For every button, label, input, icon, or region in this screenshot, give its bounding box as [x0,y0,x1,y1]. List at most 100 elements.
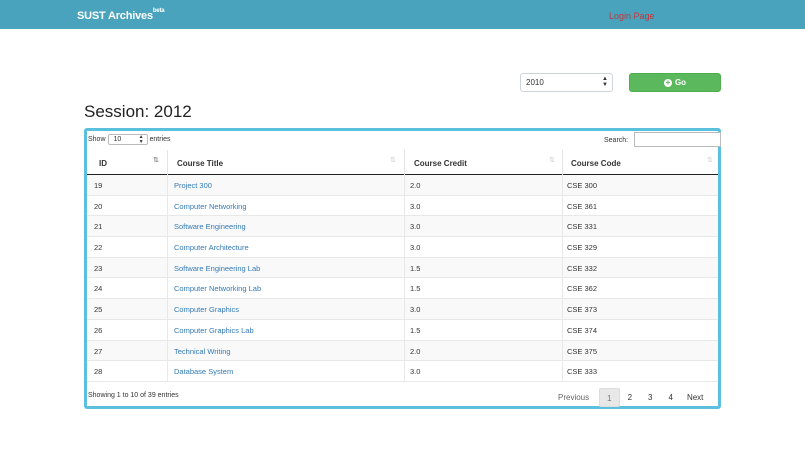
column-divider [404,195,405,216]
cell-course-code: CSE 374 [567,325,598,335]
course-title-link[interactable]: Software Engineering Lab [174,264,260,273]
sort-icon[interactable]: ⇅ [707,156,713,164]
cell-id: 21 [94,222,103,232]
sort-ascending-icon[interactable]: ⇅ [153,156,159,164]
courses-table-panel: Show 10 ▲ ▼ entries Search: ID ⇅ Course T… [84,128,721,409]
course-title-link[interactable]: Computer Networking [174,202,247,211]
brand-name: SUST Archives [77,10,153,22]
column-divider [562,175,563,195]
search-input[interactable] [634,132,721,147]
sort-icon[interactable]: ⇅ [549,156,555,164]
cell-course-credit: 2.0 [410,181,421,190]
table-row: 23 Software Engineering Lab 1.5 CSE 332 [87,257,718,279]
entries-length-value: 10 [113,136,122,143]
column-header-course-title[interactable]: Course Title [177,150,223,175]
cell-course-code: CSE 300 [567,181,598,190]
course-title-link[interactable]: Technical Writing [174,347,231,356]
previous-page-button[interactable]: Previous [552,388,599,407]
cell-course-code: CSE 332 [567,263,598,273]
cell-course-code: CSE 361 [567,201,598,211]
select-caret-icon: ▲ ▼ [602,76,608,88]
course-title-link[interactable]: Computer Graphics Lab [174,326,254,335]
column-divider [404,340,405,361]
cell-id: 20 [94,201,103,211]
page-button-2[interactable]: 2 [620,388,640,407]
cell-id: 23 [94,263,103,273]
courses-table: ID ⇅ Course Title ⇅ Course Credit ⇅ Cour… [87,150,718,382]
column-divider [167,319,168,340]
page-title: Session: 2012 [84,102,192,121]
navbar: SUST Archivesbeta Login Page [0,0,805,29]
cell-course-code: CSE 331 [567,222,598,232]
table-body: 19 Project 300 2.0 CSE 300 20 Computer Networ… [87,175,718,382]
go-button[interactable]: + Go [629,73,721,92]
entries-label: entries [149,136,171,143]
cell-course-credit: 3.0 [410,201,421,211]
table-row: 26 Computer Graphics Lab 1.5 CSE 374 [87,319,718,341]
course-title-link[interactable]: Computer Architecture [174,243,249,252]
cell-id: 25 [94,305,103,315]
select-caret-icon: ▲ ▼ [138,134,144,145]
cell-id: 19 [94,181,103,190]
course-title-link[interactable]: Software Engineering [174,222,246,231]
entries-length-control: Show 10 ▲ ▼ entries [88,134,171,145]
table-info: Showing 1 to 10 of 39 entries [88,392,179,399]
column-divider [404,175,405,195]
course-title-link[interactable]: Computer Graphics [174,305,239,314]
cell-course-code: CSE 373 [567,305,598,315]
session-year-select[interactable]: 2010 ▲ ▼ [520,73,613,92]
cell-id: 26 [94,325,103,335]
cell-course-credit: 1.5 [410,325,421,335]
session-year-value: 2010 [526,78,544,87]
table-row: 22 Computer Architecture 3.0 CSE 329 [87,237,718,258]
cell-course-code: CSE 329 [567,243,598,253]
column-divider [167,150,168,175]
table-row: 25 Computer Graphics 3.0 CSE 373 [87,299,718,320]
go-button-label: Go [674,78,687,87]
table-row: 20 Computer Networking 3.0 CSE 361 [87,195,718,217]
column-divider [404,278,405,299]
column-divider [562,361,563,381]
column-divider [404,361,405,381]
cell-course-code: CSE 375 [567,346,598,356]
entries-length-select[interactable]: 10 ▲ ▼ [107,134,148,145]
page-button-4[interactable]: 4 [660,388,680,407]
course-title-link[interactable]: Database System [174,367,233,376]
column-divider [562,299,563,319]
column-header-course-credit[interactable]: Course Credit [414,150,467,175]
course-title-link[interactable]: Computer Networking Lab [174,284,261,293]
pagination: Previous 1 2 3 4 Next [552,387,709,408]
column-divider [167,278,168,299]
column-header-course-code[interactable]: Course Code [571,150,621,175]
cell-course-credit: 3.0 [410,305,421,315]
column-divider [562,195,563,216]
column-divider [562,216,563,237]
column-divider [167,340,168,361]
cell-course-credit: 2.0 [410,346,421,356]
sort-icon[interactable]: ⇅ [390,156,396,164]
table-row: 28 Database System 3.0 CSE 333 [87,361,718,382]
column-divider [404,319,405,340]
page-button-3[interactable]: 3 [640,388,660,407]
login-page-link[interactable]: Login Page [609,11,655,21]
cell-course-credit: 3.0 [410,243,421,253]
beta-badge: beta [152,8,165,14]
brand-link[interactable]: SUST Archivesbeta [77,8,165,22]
column-divider [167,175,168,195]
page-button-1[interactable]: 1 [599,388,620,407]
column-divider [404,257,405,278]
cell-id: 28 [94,367,103,377]
column-divider [562,319,563,340]
column-divider [404,216,405,237]
next-page-button[interactable]: Next [681,388,709,407]
column-divider [167,237,168,257]
plus-circle-icon: + [663,77,672,87]
course-title-link[interactable]: Project 300 [174,181,212,190]
column-divider [404,299,405,319]
column-header-id[interactable]: ID [99,150,107,175]
cell-course-credit: 3.0 [410,367,421,377]
search-label: Search: [604,137,629,144]
table-row: 21 Software Engineering 3.0 CSE 331 [87,216,718,238]
column-divider [404,237,405,257]
cell-id: 22 [94,243,103,253]
